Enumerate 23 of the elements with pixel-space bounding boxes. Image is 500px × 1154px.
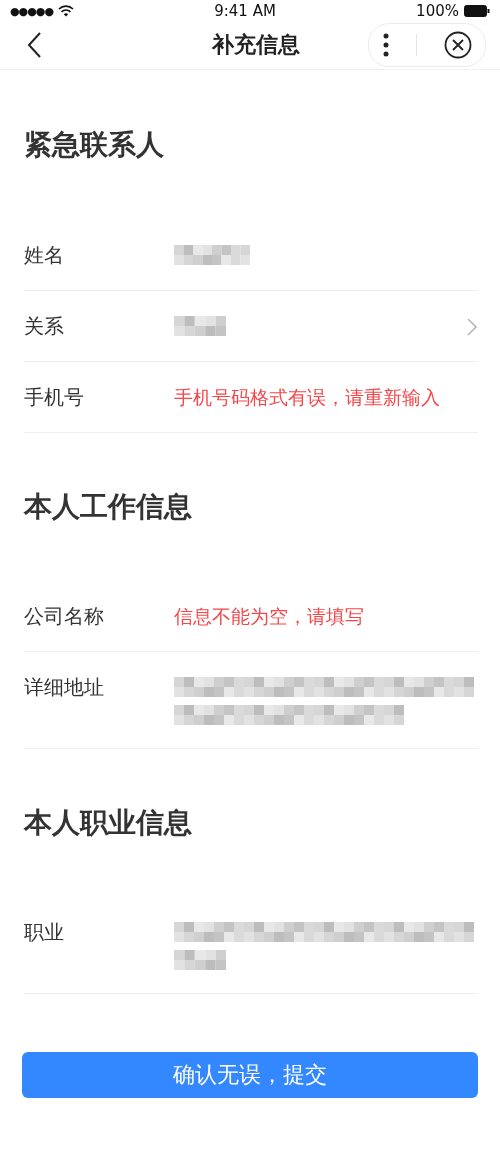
page-title: 补充信息 [212,31,300,60]
error-message: 手机号码格式有误，请重新输入 [174,384,440,409]
section-heading: 本人工作信息 [24,488,193,525]
submit-button[interactable]: 确认无误，提交 [22,1051,478,1099]
field-label: 姓名 [24,242,65,267]
section-heading: 紧急联系人 [24,126,165,163]
field-label: 详细地址 [24,674,105,699]
battery-icon [464,5,490,18]
field-label: 关系 [24,313,65,338]
field-label: 手机号 [24,384,85,409]
signal-dots: ●●●●● [10,4,53,18]
field-label: 职业 [24,919,65,944]
blurred-text-drawing [174,315,226,336]
close-icon[interactable] [443,31,472,60]
battery-percent: 100% [416,2,459,21]
section-heading: 本人职业信息 [24,804,193,841]
back-icon[interactable] [26,31,42,60]
field-label: 公司名称 [24,603,105,628]
blurred-text-drawing [174,949,226,970]
status-time: 9:41 AM [214,2,276,21]
wifi-icon [58,5,74,18]
more-icon[interactable] [382,33,389,58]
error-message: 信息不能为空，请填写 [174,603,364,628]
